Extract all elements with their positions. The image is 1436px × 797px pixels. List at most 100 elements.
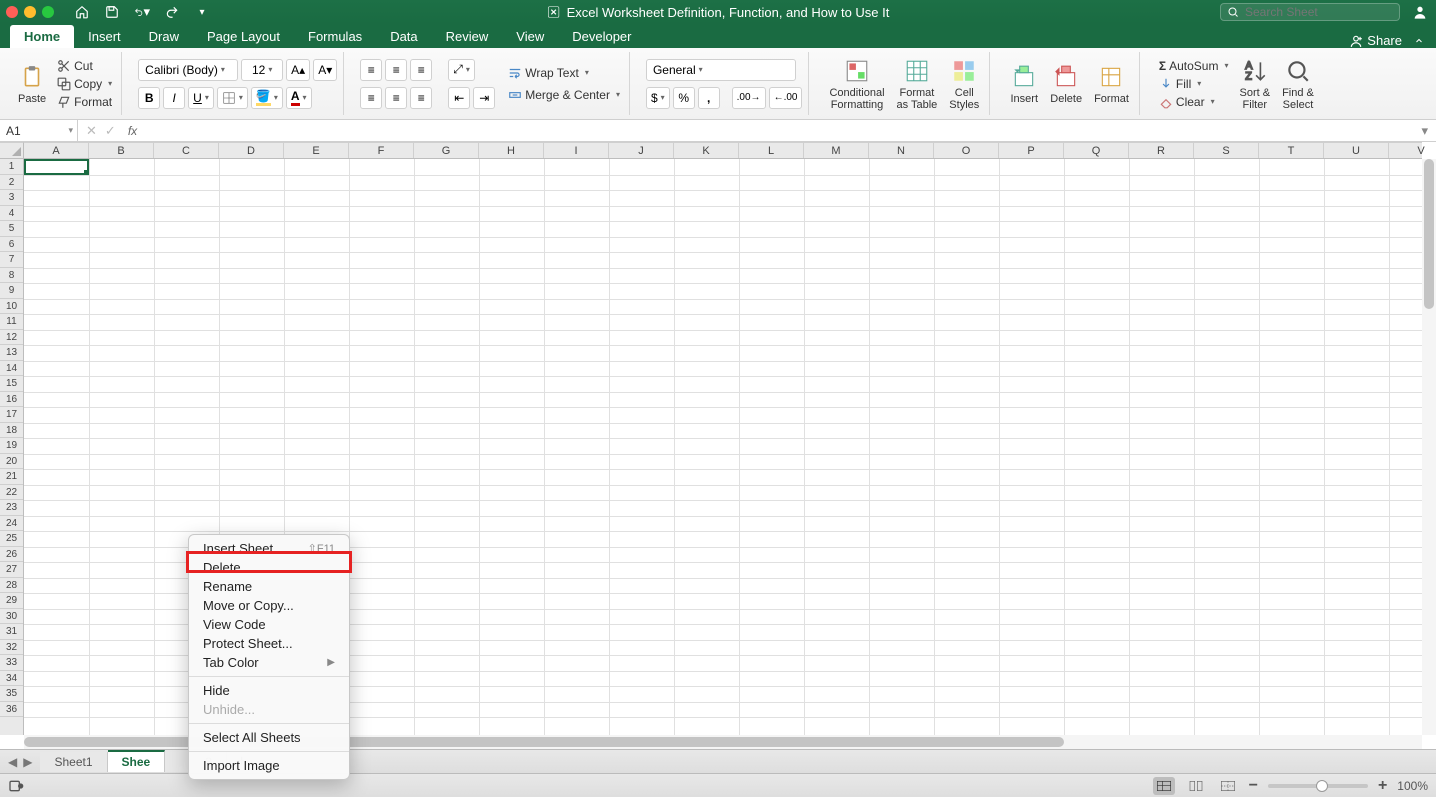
col-header-M[interactable]: M xyxy=(804,143,869,158)
col-header-A[interactable]: A xyxy=(24,143,89,158)
orientation-button[interactable]: ⤢ xyxy=(448,59,475,81)
row-header-23[interactable]: 23 xyxy=(0,500,23,516)
search-sheet[interactable] xyxy=(1220,3,1400,21)
paste-button[interactable]: Paste xyxy=(14,61,50,107)
redo-icon[interactable] xyxy=(164,4,180,20)
sort-filter[interactable]: AZSort & Filter xyxy=(1235,55,1274,113)
row-header-14[interactable]: 14 xyxy=(0,361,23,377)
close-button[interactable] xyxy=(6,6,18,18)
minimize-button[interactable] xyxy=(24,6,36,18)
row-header-35[interactable]: 35 xyxy=(0,686,23,702)
insert-cells[interactable]: Insert xyxy=(1006,61,1042,107)
format-cells[interactable]: Format xyxy=(1090,61,1133,107)
zoom-button[interactable] xyxy=(42,6,54,18)
row-header-21[interactable]: 21 xyxy=(0,469,23,485)
clear-button[interactable]: Clear xyxy=(1156,94,1232,110)
row-header-33[interactable]: 33 xyxy=(0,655,23,671)
ctx-delete[interactable]: Delete xyxy=(189,558,349,577)
ctx-rename[interactable]: Rename xyxy=(189,577,349,596)
col-header-F[interactable]: F xyxy=(349,143,414,158)
macro-record-icon[interactable] xyxy=(8,778,24,794)
tab-data[interactable]: Data xyxy=(376,25,431,48)
copy-button[interactable]: Copy xyxy=(54,76,115,92)
row-header-11[interactable]: 11 xyxy=(0,314,23,330)
vertical-scrollbar[interactable] xyxy=(1422,159,1436,735)
row-header-9[interactable]: 9 xyxy=(0,283,23,299)
cut-button[interactable]: Cut xyxy=(54,58,115,74)
autosum-button[interactable]: ΣAutoSum xyxy=(1156,58,1232,74)
undo-icon[interactable]: ▾ xyxy=(134,4,150,20)
row-header-2[interactable]: 2 xyxy=(0,175,23,191)
font-color-button[interactable]: A xyxy=(286,87,312,109)
view-page-layout[interactable] xyxy=(1185,777,1207,795)
ctx-view-code[interactable]: View Code xyxy=(189,615,349,634)
col-header-H[interactable]: H xyxy=(479,143,544,158)
row-header-3[interactable]: 3 xyxy=(0,190,23,206)
row-header-15[interactable]: 15 xyxy=(0,376,23,392)
row-header-10[interactable]: 10 xyxy=(0,299,23,315)
row-header-13[interactable]: 13 xyxy=(0,345,23,361)
row-header-22[interactable]: 22 xyxy=(0,485,23,501)
borders-button[interactable] xyxy=(217,87,248,109)
row-header-29[interactable]: 29 xyxy=(0,593,23,609)
collapse-ribbon[interactable] xyxy=(1412,34,1426,48)
tab-page-layout[interactable]: Page Layout xyxy=(193,25,294,48)
user-avatar[interactable] xyxy=(1410,2,1430,22)
row-header-19[interactable]: 19 xyxy=(0,438,23,454)
col-header-Q[interactable]: Q xyxy=(1064,143,1129,158)
conditional-formatting[interactable]: Conditional Formatting xyxy=(825,55,888,113)
ctx-tab-color[interactable]: Tab Color▶ xyxy=(189,653,349,672)
bold-button[interactable]: B xyxy=(138,87,160,109)
decrease-font[interactable]: A▾ xyxy=(313,59,337,81)
tab-insert[interactable]: Insert xyxy=(74,25,135,48)
row-header-26[interactable]: 26 xyxy=(0,547,23,563)
row-header-1[interactable]: 1 xyxy=(0,159,23,175)
fill-button[interactable]: Fill xyxy=(1156,76,1232,92)
row-header-5[interactable]: 5 xyxy=(0,221,23,237)
tab-developer[interactable]: Developer xyxy=(558,25,645,48)
ctx-protect-sheet[interactable]: Protect Sheet... xyxy=(189,634,349,653)
align-bottom[interactable]: ≡ xyxy=(410,59,432,81)
select-all-corner[interactable] xyxy=(0,142,24,159)
ctx-move-copy[interactable]: Move or Copy... xyxy=(189,596,349,615)
tab-home[interactable]: Home xyxy=(10,25,74,48)
sheet-nav-next[interactable]: ▶ xyxy=(23,755,32,769)
fill-color-button[interactable]: 🪣 xyxy=(251,87,283,109)
col-header-S[interactable]: S xyxy=(1194,143,1259,158)
save-icon[interactable] xyxy=(104,4,120,20)
confirm-formula-icon[interactable]: ✓ xyxy=(105,123,116,139)
row-header-31[interactable]: 31 xyxy=(0,624,23,640)
align-top[interactable]: ≡ xyxy=(360,59,382,81)
delete-cells[interactable]: Delete xyxy=(1046,61,1086,107)
formula-input[interactable] xyxy=(141,120,1413,141)
col-header-J[interactable]: J xyxy=(609,143,674,158)
underline-button[interactable]: U xyxy=(188,87,214,109)
row-header-36[interactable]: 36 xyxy=(0,702,23,718)
zoom-slider[interactable] xyxy=(1268,784,1368,788)
zoom-in[interactable]: + xyxy=(1378,777,1387,795)
decrease-indent[interactable]: ⇤ xyxy=(448,87,470,109)
row-header-28[interactable]: 28 xyxy=(0,578,23,594)
col-header-E[interactable]: E xyxy=(284,143,349,158)
font-name[interactable]: Calibri (Body) xyxy=(138,59,238,81)
col-header-G[interactable]: G xyxy=(414,143,479,158)
cell-styles[interactable]: Cell Styles xyxy=(945,55,983,113)
row-header-18[interactable]: 18 xyxy=(0,423,23,439)
row-header-16[interactable]: 16 xyxy=(0,392,23,408)
ctx-insert-sheet[interactable]: Insert Sheet⇧F11 xyxy=(189,539,349,558)
row-header-17[interactable]: 17 xyxy=(0,407,23,423)
row-header-8[interactable]: 8 xyxy=(0,268,23,284)
align-center[interactable]: ≡ xyxy=(385,87,407,109)
row-header-20[interactable]: 20 xyxy=(0,454,23,470)
col-header-B[interactable]: B xyxy=(89,143,154,158)
sheet-tab-2[interactable]: Shee xyxy=(108,750,166,772)
row-header-6[interactable]: 6 xyxy=(0,237,23,253)
zoom-out[interactable]: − xyxy=(1249,777,1258,795)
increase-indent[interactable]: ⇥ xyxy=(473,87,495,109)
formula-expand[interactable]: ▾ xyxy=(1413,123,1436,139)
home-icon[interactable] xyxy=(74,4,90,20)
col-header-K[interactable]: K xyxy=(674,143,739,158)
merge-center-button[interactable]: Merge & Center xyxy=(505,87,623,103)
qat-customize[interactable]: ▾ xyxy=(194,4,210,20)
row-header-27[interactable]: 27 xyxy=(0,562,23,578)
